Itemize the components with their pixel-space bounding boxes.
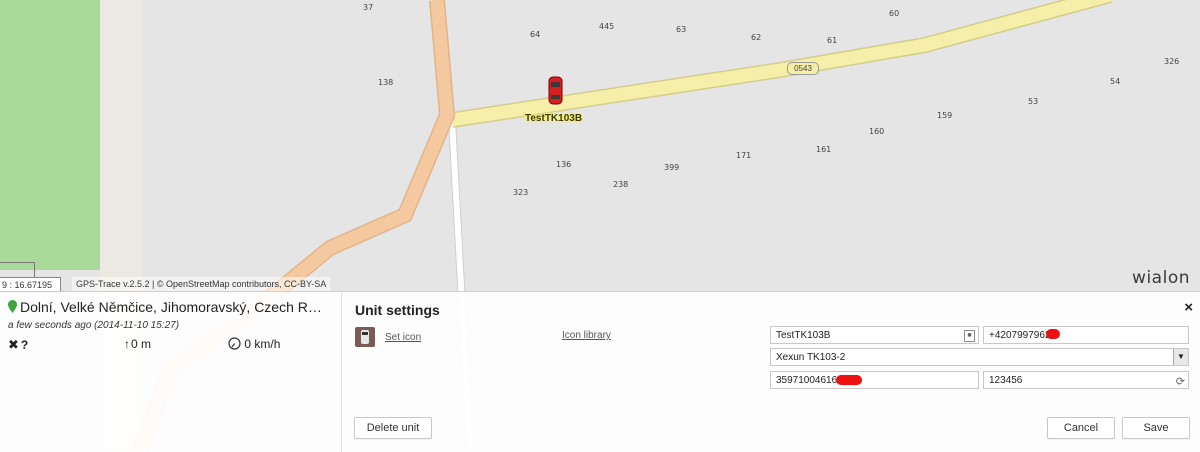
forest-area bbox=[0, 0, 100, 270]
car-marker-icon[interactable] bbox=[548, 76, 563, 105]
address-number: 323 bbox=[513, 188, 529, 197]
map-pin-icon bbox=[8, 300, 17, 313]
password-field[interactable]: 123456 ⟳ bbox=[983, 371, 1189, 389]
address-number: 399 bbox=[664, 163, 680, 172]
altitude-value: 0 bbox=[131, 337, 138, 351]
device-type-select[interactable]: Xexun TK103-2 ▼ bbox=[770, 348, 1189, 366]
cancel-button[interactable]: Cancel bbox=[1047, 417, 1115, 439]
satellite-icon: ✖ bbox=[8, 337, 19, 352]
address-number: 326 bbox=[1164, 57, 1180, 66]
address-number: 238 bbox=[613, 180, 629, 189]
address-number: 63 bbox=[676, 25, 687, 34]
address-number: 171 bbox=[736, 151, 752, 160]
address-number: 445 bbox=[599, 22, 615, 31]
address-number: 64 bbox=[530, 30, 541, 39]
settings-title: Unit settings bbox=[355, 302, 440, 318]
set-icon-link[interactable]: Set icon bbox=[385, 332, 421, 343]
speedometer-icon bbox=[228, 337, 241, 350]
close-button[interactable]: × bbox=[1184, 299, 1193, 316]
car-icon bbox=[361, 330, 369, 344]
location-text: Dolní, Velké Němčice, Jihomoravský, Czec… bbox=[20, 299, 322, 315]
imei-field[interactable]: 35971004616 bbox=[770, 371, 979, 389]
unit-icon-preview bbox=[355, 327, 375, 347]
speed-unit: km/h bbox=[254, 337, 281, 351]
scale-bar bbox=[0, 262, 35, 277]
road-number-badge: 0543 bbox=[787, 62, 819, 75]
speed-stat: 0 km/h bbox=[228, 337, 280, 351]
imei-value: 35971004616 bbox=[776, 375, 838, 386]
address-number: 53 bbox=[1028, 97, 1039, 106]
device-type-value: Xexun TK103-2 bbox=[776, 352, 846, 363]
address-number: 138 bbox=[378, 78, 394, 87]
wialon-logo: wialon bbox=[1132, 268, 1190, 288]
altitude-stat: ↑0 m bbox=[124, 337, 151, 351]
satellites-stat: ✖? bbox=[8, 337, 28, 353]
icon-library-link[interactable]: Icon library bbox=[562, 330, 611, 341]
redaction-scribble bbox=[836, 375, 862, 385]
address-number: 136 bbox=[556, 160, 572, 169]
unit-settings-panel: Unit settings × Set icon Icon library Te… bbox=[341, 291, 1200, 452]
password-value: 123456 bbox=[989, 375, 1023, 386]
refresh-icon: ⟳ bbox=[1175, 376, 1185, 388]
map-attribution[interactable]: GPS-Trace v.2.5.2 | © OpenStreetMap cont… bbox=[72, 277, 331, 291]
altitude-arrow-icon: ↑ bbox=[124, 337, 130, 351]
dropdown-arrow-icon: ▼ bbox=[1173, 349, 1188, 365]
phone-field[interactable]: +42079979621 bbox=[983, 326, 1189, 344]
save-button[interactable]: Save bbox=[1122, 417, 1190, 439]
address-number: 60 bbox=[889, 9, 900, 18]
unit-name-field[interactable]: TestTK103B ■ bbox=[770, 326, 979, 344]
address-number: 62 bbox=[751, 33, 762, 42]
address-number: 161 bbox=[816, 145, 832, 154]
name-lock-icon: ■ bbox=[964, 330, 975, 342]
speed-value: 0 bbox=[244, 337, 252, 351]
location-title: Dolní, Velké Němčice, Jihomoravský, Czec… bbox=[8, 299, 322, 315]
address-number: 160 bbox=[869, 127, 885, 136]
address-number: 37 bbox=[363, 3, 374, 12]
redaction-scribble bbox=[1046, 329, 1060, 339]
satellites-value: ? bbox=[20, 338, 29, 352]
address-number: 159 bbox=[937, 111, 953, 120]
address-number: 61 bbox=[827, 36, 838, 45]
unit-info-panel: Dolní, Velké Němčice, Jihomoravský, Czec… bbox=[0, 291, 341, 452]
altitude-unit: m bbox=[141, 337, 152, 351]
unit-map-label[interactable]: TestTK103B bbox=[525, 113, 582, 124]
last-update-time: a few seconds ago (2014-11-10 15:27) bbox=[8, 320, 180, 331]
delete-unit-button[interactable]: Delete unit bbox=[354, 417, 432, 439]
unit-name-value: TestTK103B bbox=[776, 330, 831, 341]
address-number: 54 bbox=[1110, 77, 1121, 86]
